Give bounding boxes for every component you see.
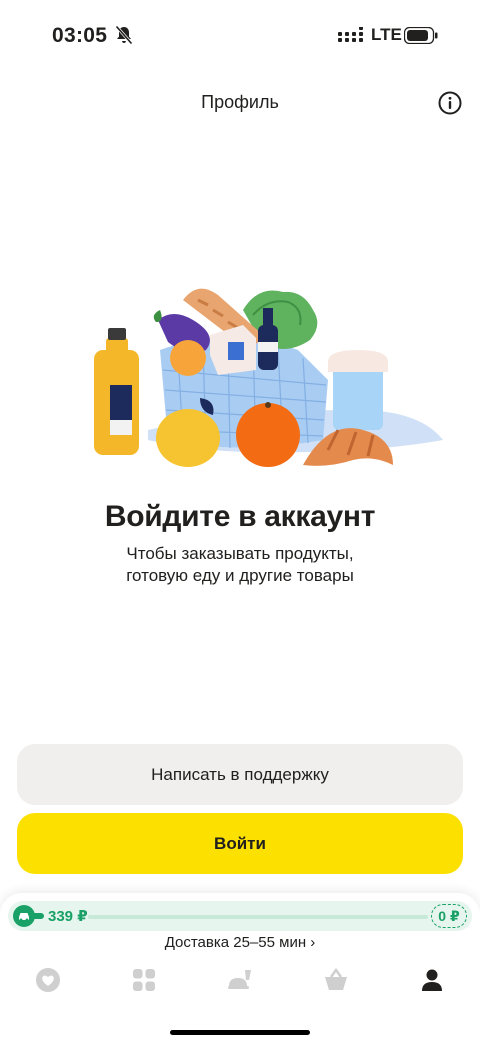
min-order-amount: 339 ₽ [48, 908, 88, 925]
car-icon [13, 905, 35, 927]
basket-icon[interactable] [322, 966, 350, 994]
status-bar: 03:05 LTE [0, 0, 480, 70]
grid-icon[interactable] [130, 966, 158, 994]
heart-icon[interactable] [34, 966, 62, 994]
tab-bar [0, 960, 480, 1000]
page-title: Профиль [201, 92, 279, 112]
login-subtitle-line2: готовую еду и другие товары [126, 566, 354, 585]
network-type: LTE [371, 25, 402, 44]
home-indicator [170, 1030, 310, 1035]
status-time: 03:05 [52, 24, 108, 47]
cart-amount-badge: 0 ₽ [431, 904, 467, 928]
login-button[interactable]: Войти [17, 813, 463, 874]
signal-icon [338, 27, 363, 42]
progress-track [88, 915, 428, 919]
bell-muted-icon [115, 25, 133, 45]
login-title: Войдите в аккаунт [104, 500, 376, 533]
delivery-time[interactable]: Доставка 25–55 мин › [0, 934, 480, 951]
info-icon[interactable] [438, 91, 462, 115]
grocery-bag-illustration [94, 288, 443, 467]
login-subtitle: Чтобы заказывать продукты, готовую еду и… [0, 543, 480, 587]
login-subtitle-line1: Чтобы заказывать продукты, [126, 544, 354, 563]
profile-icon[interactable] [418, 966, 446, 994]
food-icon[interactable] [226, 966, 254, 994]
support-button[interactable]: Написать в поддержку [17, 744, 463, 805]
battery-icon [404, 27, 438, 44]
